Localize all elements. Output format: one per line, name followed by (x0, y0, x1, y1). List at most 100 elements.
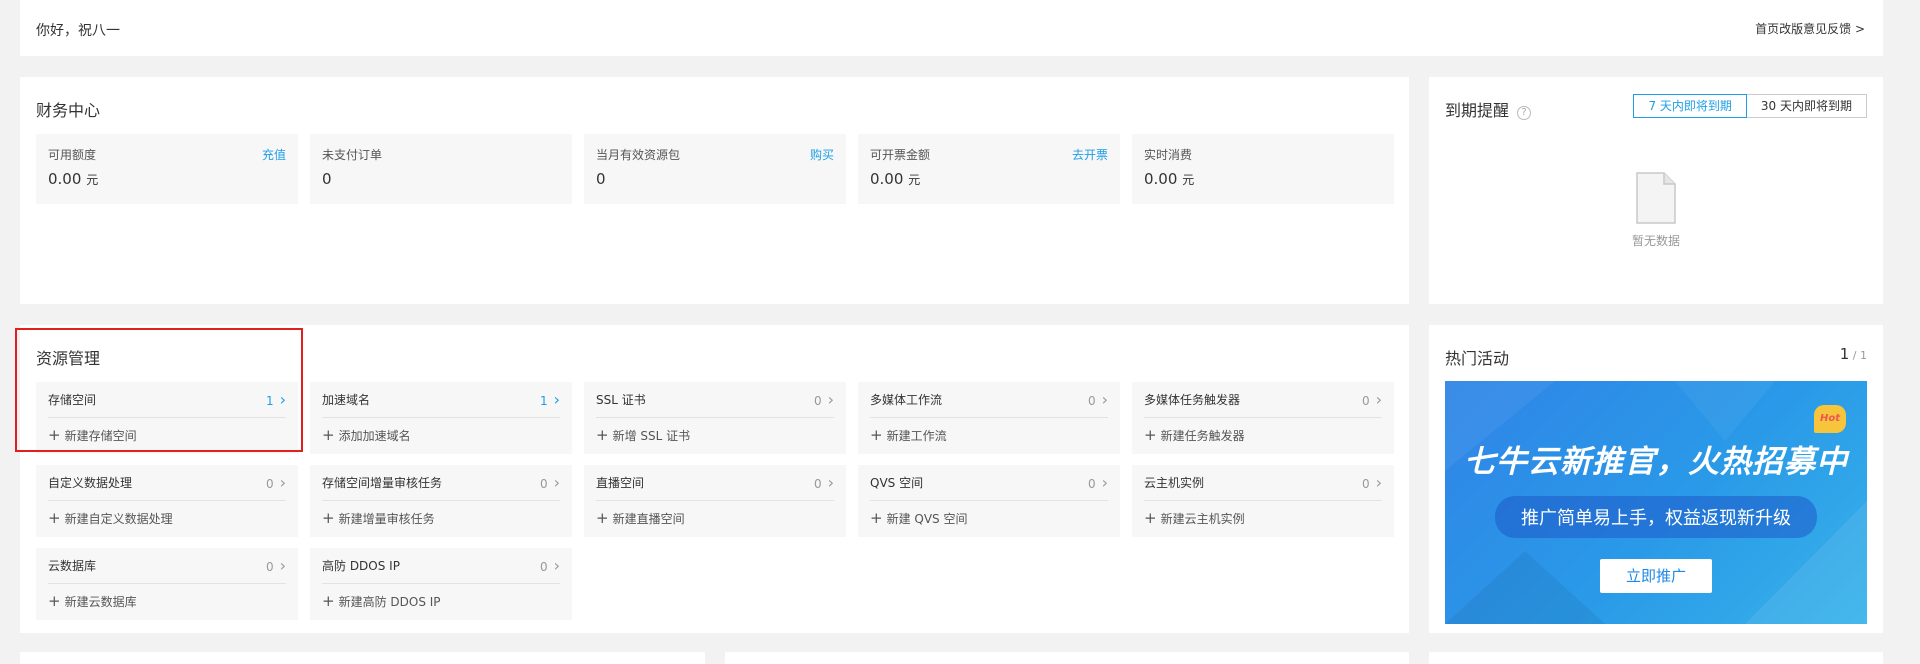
resource-add-link[interactable]: + 新建 QVS 空间 (870, 509, 967, 527)
bottom-card-middle (725, 652, 1409, 664)
resource-item-header[interactable]: 云数据库 0 › (48, 548, 286, 584)
resource-add-link[interactable]: + 新建存储空间 (48, 426, 137, 444)
resource-item-name: 加速域名 (322, 393, 371, 407)
plus-icon: + (870, 426, 883, 444)
chevron-right-icon: › (827, 473, 834, 492)
resource-add-link[interactable]: + 新增 SSL 证书 (596, 426, 690, 444)
resource-item-header[interactable]: 存储空间增量审核任务 0 › (322, 465, 560, 501)
finance-item-value: 0.00 元 (870, 170, 921, 188)
resource-item-media-workflow: 多媒体工作流 0 › + 新建工作流 (858, 382, 1120, 454)
resource-item-header[interactable]: 多媒体任务触发器 0 › (1144, 382, 1382, 418)
finance-item-value: 0 (322, 170, 332, 188)
resource-count: 0 › (265, 556, 286, 575)
resource-item-header[interactable]: 云主机实例 0 › (1144, 465, 1382, 501)
resource-item-header[interactable]: 自定义数据处理 0 › (48, 465, 286, 501)
chevron-right-icon: › (553, 556, 560, 575)
resource-management-card: 资源管理 存储空间 1 › + 新建存储空间 加速域名 1 › + 添加加速域名 SSL 证书 0 › +… (20, 325, 1409, 633)
resource-add-link[interactable]: + 新建云数据库 (48, 592, 137, 610)
resource-item-ddos-ip: 高防 DDOS IP 0 › + 新建高防 DDOS IP (310, 548, 572, 620)
empty-state: 暂无数据 (1429, 172, 1883, 249)
buy-link[interactable]: 购买 (810, 146, 834, 163)
tab-30-days[interactable]: 30 天内即将到期 (1746, 94, 1867, 118)
resource-item-name: 云数据库 (48, 559, 97, 573)
invoice-link[interactable]: 去开票 (1072, 146, 1108, 163)
resource-item-name: SSL 证书 (596, 393, 646, 407)
finance-item-realtime-spend[interactable]: 实时消费 0.00 元 (1132, 134, 1394, 204)
resource-item-name: 多媒体任务触发器 (1144, 393, 1241, 407)
banner-subtitle: 推广简单易上手，权益返现新升级 (1445, 496, 1867, 538)
plus-icon: + (870, 509, 883, 527)
resource-add-link[interactable]: + 新建自定义数据处理 (48, 509, 173, 527)
hot-activities-card: 热门活动 1 / 1 Hot 七牛云新推官，火热招募中 推广简单易上手，权益返现… (1429, 325, 1883, 633)
finance-item-unpaid-orders[interactable]: 未支付订单 0 (310, 134, 572, 204)
resource-item-header[interactable]: QVS 空间 0 › (870, 465, 1108, 501)
tab-7-days[interactable]: 7 天内即将到期 (1633, 94, 1747, 118)
resource-item-header[interactable]: 多媒体工作流 0 › (870, 382, 1108, 418)
resource-add-link[interactable]: + 新建云主机实例 (1144, 509, 1245, 527)
resource-item-header[interactable]: 存储空间 1 › (48, 382, 286, 418)
resource-item-name: 直播空间 (596, 476, 645, 490)
resource-item-name: 高防 DDOS IP (322, 559, 400, 573)
chevron-right-icon: › (1375, 390, 1382, 409)
resource-count: 0 › (813, 473, 834, 492)
resource-item-header[interactable]: 加速域名 1 › (322, 382, 560, 418)
resource-count: 0 › (1361, 390, 1382, 409)
chevron-right-icon: › (1101, 473, 1108, 492)
resource-item-storage-bucket: 存储空间 1 › + 新建存储空间 (36, 382, 298, 454)
resource-count: 0 › (539, 556, 560, 575)
banner-pager: 1 / 1 (1839, 345, 1867, 363)
promo-banner[interactable]: Hot 七牛云新推官，火热招募中 推广简单易上手，权益返现新升级 立即推广 (1445, 381, 1867, 624)
bottom-card-right (1429, 652, 1883, 664)
resource-add-link[interactable]: + 新建任务触发器 (1144, 426, 1245, 444)
resource-item-header[interactable]: 直播空间 0 › (596, 465, 834, 501)
chevron-right-icon: › (279, 556, 286, 575)
resource-item-qvs-space: QVS 空间 0 › + 新建 QVS 空间 (858, 465, 1120, 537)
resource-add-link[interactable]: + 添加加速域名 (322, 426, 411, 444)
resource-item-header[interactable]: 高防 DDOS IP 0 › (322, 548, 560, 584)
resource-add-link[interactable]: + 新建增量审核任务 (322, 509, 435, 527)
plus-icon: + (322, 509, 335, 527)
finance-item-value: 0 (596, 170, 606, 188)
resource-item-custom-data-processing: 自定义数据处理 0 › + 新建自定义数据处理 (36, 465, 298, 537)
help-icon[interactable]: ? (1517, 106, 1532, 120)
empty-document-icon (1636, 172, 1676, 224)
chevron-right-icon: › (1101, 390, 1108, 409)
finance-item-value: 0.00 元 (1144, 170, 1195, 188)
chevron-right-icon: › (279, 473, 286, 492)
recharge-link[interactable]: 充值 (262, 146, 286, 163)
plus-icon: + (596, 426, 609, 444)
resource-count: 0 › (1087, 473, 1108, 492)
resource-count: 1 › (539, 390, 560, 409)
resource-item-name: 存储空间 (48, 393, 97, 407)
resource-count: 0 › (1361, 473, 1382, 492)
expiry-tabs: 7 天内即将到期 30 天内即将到期 (1633, 94, 1867, 118)
plus-icon: + (322, 426, 335, 444)
promote-now-button[interactable]: 立即推广 (1600, 559, 1712, 593)
finance-item-label: 实时消费 (1144, 148, 1193, 162)
resource-item-header[interactable]: SSL 证书 0 › (596, 382, 834, 418)
resource-add-link[interactable]: + 新建工作流 (870, 426, 947, 444)
resource-add-link[interactable]: + 新建直播空间 (596, 509, 685, 527)
resource-item-incremental-audit: 存储空间增量审核任务 0 › + 新建增量审核任务 (310, 465, 572, 537)
resource-item-name: 自定义数据处理 (48, 476, 133, 490)
finance-item-label: 可开票金额 (870, 148, 931, 162)
expiry-title: 到期提醒? (1445, 97, 1532, 121)
resource-item-vm-instance: 云主机实例 0 › + 新建云主机实例 (1132, 465, 1394, 537)
feedback-link[interactable]: 首页改版意见反馈 > (1755, 20, 1865, 37)
finance-item-available-credit: 可用额度 充值 0.00 元 (36, 134, 298, 204)
empty-text: 暂无数据 (1631, 234, 1680, 248)
resource-add-link[interactable]: + 新建高防 DDOS IP (322, 592, 441, 610)
chevron-right-icon: › (553, 390, 560, 409)
chevron-right-icon: › (1375, 473, 1382, 492)
hot-title: 热门活动 (1445, 349, 1510, 368)
finance-item-label: 当月有效资源包 (596, 148, 681, 162)
plus-icon: + (48, 592, 61, 610)
finance-title: 财务中心 (36, 101, 101, 120)
finance-item-label: 可用额度 (48, 148, 97, 162)
resource-item-cdn-domain: 加速域名 1 › + 添加加速域名 (310, 382, 572, 454)
finance-item-invoiceable-amount: 可开票金额 去开票 0.00 元 (858, 134, 1120, 204)
hot-badge: Hot (1814, 405, 1846, 433)
resource-count: 1 › (265, 390, 286, 409)
finance-item-label: 未支付订单 (322, 148, 383, 162)
chevron-right-icon: › (827, 390, 834, 409)
